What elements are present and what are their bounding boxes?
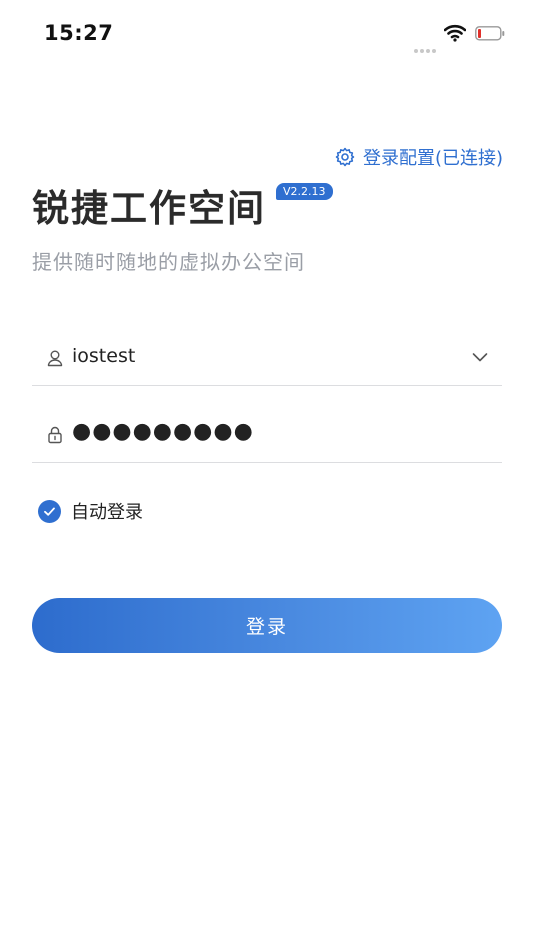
login-config-link[interactable]: 登录配置(已连接) xyxy=(335,144,503,170)
lock-icon xyxy=(48,426,62,444)
app-subtitle: 提供随时随地的虚拟办公空间 xyxy=(32,250,305,274)
status-time: 15:27 xyxy=(44,21,114,45)
auto-login-label: 自动登录 xyxy=(71,502,143,523)
chevron-down-icon[interactable] xyxy=(472,351,488,363)
status-bar: 15:27 xyxy=(0,0,534,66)
signal-icon xyxy=(414,38,438,57)
password-field[interactable]: ●●●●●●●●● xyxy=(32,408,502,463)
username-value[interactable]: iostest xyxy=(72,345,135,367)
user-icon xyxy=(47,350,63,367)
auto-login-checkbox[interactable]: 自动登录 xyxy=(38,498,143,524)
username-field[interactable]: iostest xyxy=(32,331,502,386)
version-badge: V2.2.13 xyxy=(276,183,333,200)
app-title: 锐捷工作空间 xyxy=(32,187,266,230)
login-button[interactable]: 登录 xyxy=(32,598,502,653)
battery-icon xyxy=(475,26,505,41)
wifi-icon xyxy=(444,24,466,42)
check-icon[interactable] xyxy=(38,499,61,523)
gear-icon xyxy=(335,147,355,167)
password-value[interactable]: ●●●●●●●●● xyxy=(72,419,254,444)
login-config-label: 登录配置(已连接) xyxy=(362,148,503,169)
